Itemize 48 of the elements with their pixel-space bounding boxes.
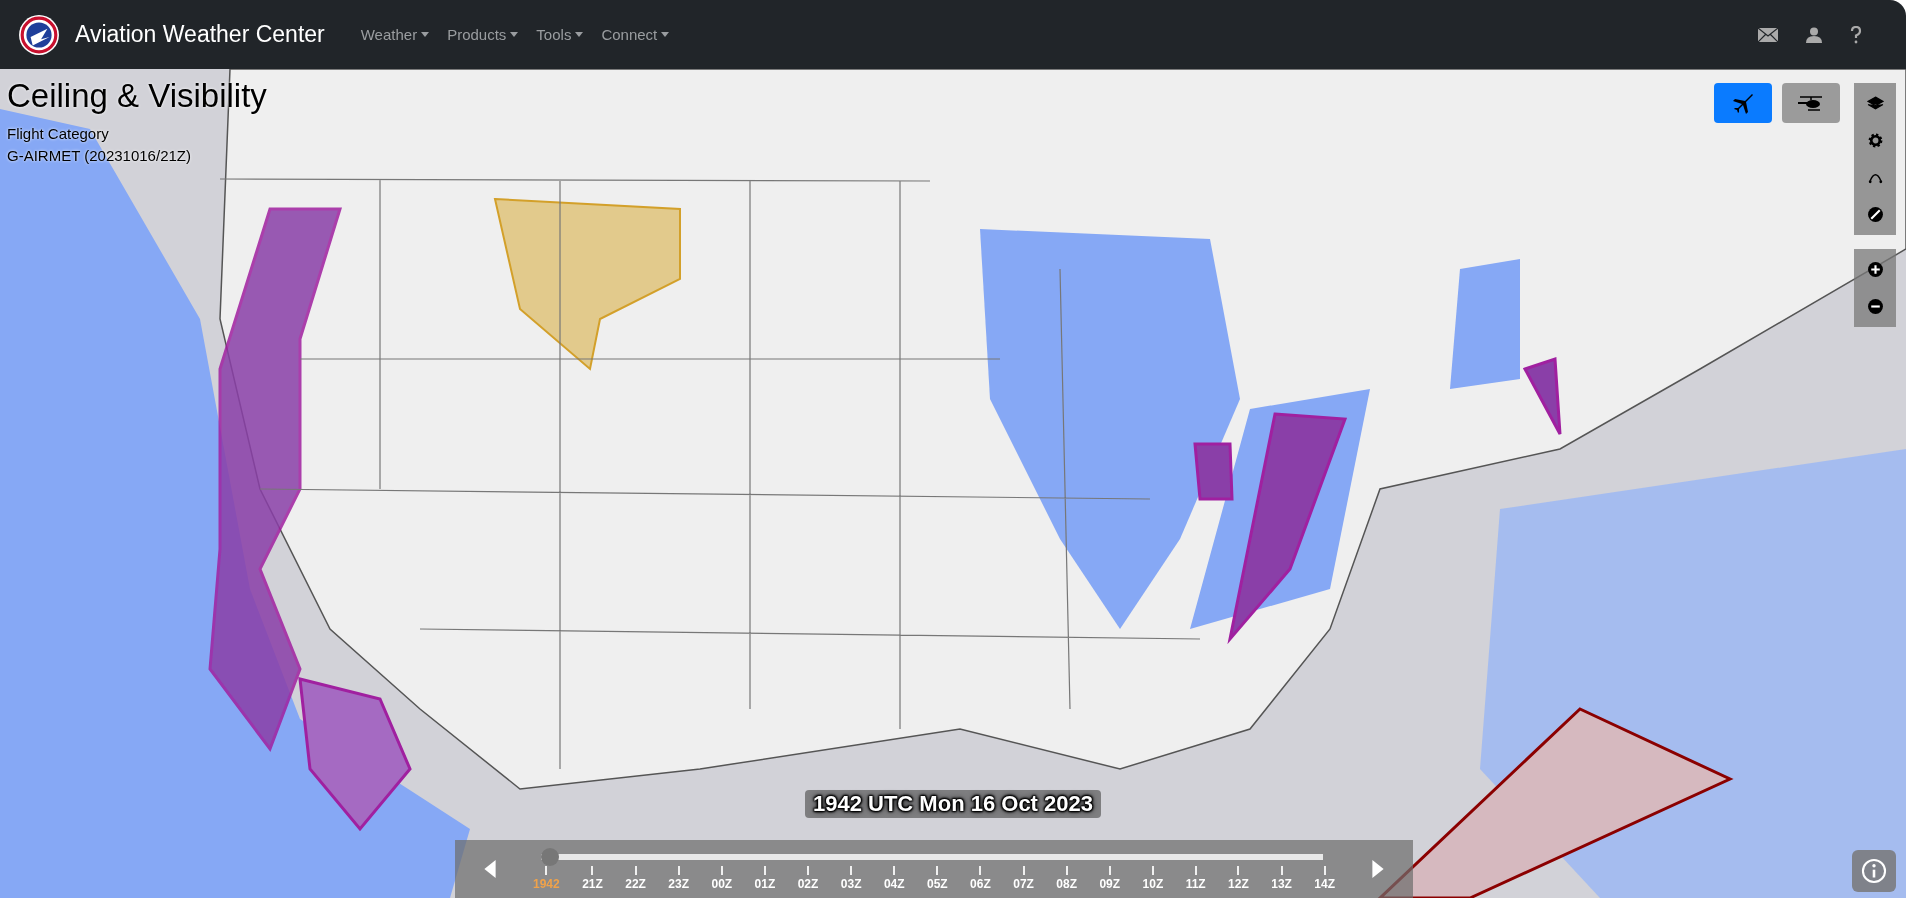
time-tick[interactable]: 10Z bbox=[1142, 874, 1164, 891]
map-title: Ceiling & Visibility bbox=[7, 77, 267, 115]
valid-time: 1942 UTC Mon 16 Oct 2023 bbox=[805, 790, 1101, 818]
time-tick[interactable]: 14Z bbox=[1314, 874, 1335, 891]
settings-icon[interactable] bbox=[1866, 132, 1884, 149]
time-tick[interactable]: 06Z bbox=[970, 874, 991, 891]
caret-icon bbox=[661, 32, 670, 37]
nav-menu[interactable]: Products bbox=[441, 20, 525, 49]
zoom-out-icon[interactable] bbox=[1866, 298, 1884, 315]
time-tick[interactable]: 11Z bbox=[1185, 874, 1206, 891]
time-tick[interactable]: 07Z bbox=[1013, 874, 1034, 891]
time-tick[interactable]: 04Z bbox=[883, 874, 905, 891]
agency-logo-icon[interactable] bbox=[18, 13, 60, 56]
product-label: G-AIRMET (20231016/21Z) bbox=[7, 146, 192, 166]
time-tick[interactable]: 00Z bbox=[711, 874, 733, 891]
time-tick[interactable]: 09Z bbox=[1099, 874, 1121, 891]
nav-menu[interactable]: Weather bbox=[354, 20, 436, 49]
time-tick[interactable]: 12Z bbox=[1228, 874, 1249, 891]
mode-button[interactable] bbox=[1714, 83, 1772, 123]
slider-thumb[interactable] bbox=[541, 847, 559, 866]
time-tick[interactable]: 03Z bbox=[840, 874, 862, 891]
info-icon bbox=[1861, 858, 1887, 884]
time-tick[interactable]: 23Z bbox=[668, 874, 690, 891]
nav-menu[interactable]: Tools bbox=[530, 20, 590, 49]
time-tick[interactable]: 02Z bbox=[797, 874, 819, 891]
nav-menu[interactable]: Connect bbox=[595, 20, 676, 49]
time-tick[interactable]: 21Z bbox=[582, 874, 603, 891]
caret-icon bbox=[575, 32, 584, 37]
layers-icon[interactable] bbox=[1866, 95, 1884, 112]
zoom-in-icon[interactable] bbox=[1866, 261, 1884, 278]
right-arrow-icon bbox=[1372, 860, 1384, 878]
mail-icon[interactable] bbox=[1758, 27, 1778, 42]
time-tick[interactable]: 22Z bbox=[625, 874, 646, 891]
caret-icon bbox=[421, 32, 430, 37]
user-icon[interactable] bbox=[1806, 26, 1822, 43]
time-tick[interactable]: 08Z bbox=[1056, 874, 1077, 891]
time-tick[interactable]: 01Z bbox=[754, 874, 776, 891]
site-title[interactable]: Aviation Weather Center bbox=[75, 21, 325, 48]
help-icon[interactable] bbox=[1850, 25, 1862, 44]
caret-icon bbox=[510, 32, 519, 37]
ruler-icon[interactable] bbox=[1866, 206, 1884, 223]
left-arrow-icon bbox=[484, 860, 496, 878]
airplane-icon bbox=[1731, 91, 1755, 115]
mode-button[interactable] bbox=[1782, 83, 1840, 123]
time-tick[interactable]: 05Z bbox=[927, 874, 948, 891]
layer-label: Flight Category bbox=[7, 124, 110, 144]
time-tick[interactable]: 13Z bbox=[1271, 874, 1292, 891]
info-button[interactable] bbox=[1852, 850, 1896, 892]
